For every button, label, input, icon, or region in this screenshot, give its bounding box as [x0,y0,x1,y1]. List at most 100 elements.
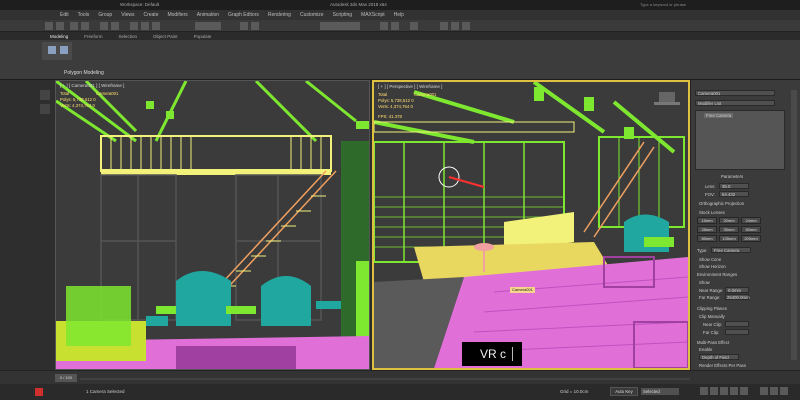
menu-maxscript[interactable]: MAXScript [361,12,385,18]
multi-pass-label: Multi-Pass Effect [697,340,730,345]
menu-tools[interactable]: Tools [78,12,90,18]
graphite-icon[interactable] [60,46,68,54]
camera-tooltip: Camera001 [510,287,535,293]
menu-customize[interactable]: Customize [300,12,324,18]
snap-icon[interactable] [240,22,248,30]
menu-group[interactable]: Group [98,12,112,18]
reference-coord-dropdown[interactable] [195,22,221,30]
scene-explorer-icon[interactable] [40,90,50,100]
enable-checkbox[interactable]: Enable [699,347,712,352]
viewport-camera[interactable]: [ + ] [ Camera001 ] [ Wireframe ] Total … [55,80,370,370]
menu-graph-editors[interactable]: Graph Editors [228,12,259,18]
menu-views[interactable]: Views [121,12,134,18]
tab-object-paint[interactable]: Object Paint [153,34,178,39]
stock-lenses-label: Stock Lenses [699,210,725,215]
effect-dropdown[interactable]: Depth of Field [699,354,739,360]
far-range-spinner[interactable]: 25400.0mm [725,294,750,300]
menu-rendering[interactable]: Rendering [268,12,291,18]
mirror-icon[interactable] [380,22,388,30]
stat-verts: Verts: 4,374,764 0 [378,104,413,109]
select-icon[interactable] [100,22,108,30]
previous-frame-icon[interactable] [710,387,718,395]
menu-modifiers[interactable]: Modifiers [167,12,187,18]
render-icon[interactable] [462,22,470,30]
play-icon[interactable] [720,387,728,395]
menu-help[interactable]: Help [394,12,404,18]
layer-icon[interactable] [410,22,418,30]
render-effects-checkbox[interactable]: Render Effects Per Pass [699,363,746,368]
go-to-end-icon[interactable] [740,387,748,395]
tab-freeform[interactable]: Freeform [84,34,102,39]
time-slider[interactable]: 0 / 100 [0,370,800,384]
modifier-stack[interactable]: Free Camera [695,110,785,170]
modifier-list-dropdown[interactable]: Modifier List [695,100,775,106]
workspace-selector[interactable]: Workspace: Default [120,2,159,7]
show-cone-checkbox[interactable]: Show Cone [699,257,721,262]
viewport-camera-label[interactable]: [ + ] [ Camera001 ] [ Wireframe ] [60,83,124,88]
next-frame-icon[interactable] [730,387,738,395]
fov-spinner[interactable]: 54.432 [719,191,749,197]
lens-135mm-button[interactable]: 135mm [719,235,739,242]
link-icon[interactable] [70,22,78,30]
maxscript-listener-icon[interactable] [35,388,43,396]
lens-15mm-button[interactable]: 15mm [697,217,717,224]
pan-icon[interactable] [770,387,778,395]
menu-edit[interactable]: Edit [60,12,69,18]
edit-poly-icon[interactable] [48,46,56,54]
rotate-icon[interactable] [141,22,149,30]
unlink-icon[interactable] [81,22,89,30]
auto-key-button[interactable]: Auto Key [610,387,638,396]
lens-24mm-button[interactable]: 24mm [741,217,761,224]
zoom-icon[interactable] [760,387,768,395]
lens-35mm-button[interactable]: 35mm [719,226,739,233]
near-range-spinner[interactable]: 0.0mm [725,287,749,293]
redo-icon[interactable] [56,22,64,30]
go-to-start-icon[interactable] [700,387,708,395]
rollout-parameters[interactable]: Parameters [721,174,743,179]
lens-spinner[interactable]: 35.0 [719,183,749,189]
tab-populate[interactable]: Populate [194,34,212,39]
ribbon-tabs: Modeling Freeform Selection Object Paint… [40,32,300,40]
named-selection-dropdown[interactable] [320,22,360,30]
angle-snap-icon[interactable] [251,22,259,30]
menu-scripting[interactable]: Scripting [333,12,352,18]
tab-modeling[interactable]: Modeling [50,34,68,39]
layer-explorer-icon[interactable] [40,104,50,114]
window-title: Autodesk 3ds Max 2018 x64 [330,2,387,7]
object-name-field[interactable]: Camera001 [695,90,775,96]
lens-label: Lens: [705,184,716,189]
menu-create[interactable]: Create [143,12,158,18]
tab-selection[interactable]: Selection [119,34,138,39]
orthographic-checkbox[interactable]: Orthographic Projection [699,201,744,206]
viewport-camera-scene [56,81,369,369]
near-clip-spinner[interactable] [725,321,749,327]
lens-50mm-button[interactable]: 50mm [741,226,761,233]
lens-85mm-button[interactable]: 85mm [697,235,717,242]
show-ranges-checkbox[interactable]: Show [699,280,710,285]
render-setup-icon[interactable] [451,22,459,30]
menu-animation[interactable]: Animation [197,12,219,18]
scale-icon[interactable] [152,22,160,30]
select-by-name-icon[interactable] [111,22,119,30]
align-icon[interactable] [391,22,399,30]
viewport-perspective-label[interactable]: [ + ] [ Perspective ] [ Wireframe ] [378,84,442,89]
key-filter-dropdown[interactable]: Selected [640,387,680,396]
command-panel-scrollbar[interactable] [791,90,797,360]
far-clip-spinner[interactable] [725,329,749,335]
show-horizon-checkbox[interactable]: Show Horizon [699,264,726,269]
lens-28mm-button[interactable]: 28mm [697,226,717,233]
move-icon[interactable] [130,22,138,30]
stack-item-free-camera[interactable]: Free Camera [704,113,734,118]
lens-200mm-button[interactable]: 200mm [741,235,761,242]
time-slider-handle[interactable]: 0 / 100 [55,374,77,382]
camera-type-dropdown[interactable]: Free Camera [711,247,751,253]
material-editor-icon[interactable] [440,22,448,30]
undo-icon[interactable] [45,22,53,30]
far-range-label: Far Range: [699,295,721,300]
viewport-perspective[interactable]: [ + ] [ Perspective ] [ Wireframe ] Tota… [372,80,690,370]
search-input[interactable]: Type a keyword or phrase [640,2,686,7]
ribbon-panel-label[interactable]: Polygon Modeling [64,70,104,76]
clip-manually-checkbox[interactable]: Clip Manually [699,314,725,319]
orbit-icon[interactable] [780,387,788,395]
lens-20mm-button[interactable]: 20mm [719,217,739,224]
